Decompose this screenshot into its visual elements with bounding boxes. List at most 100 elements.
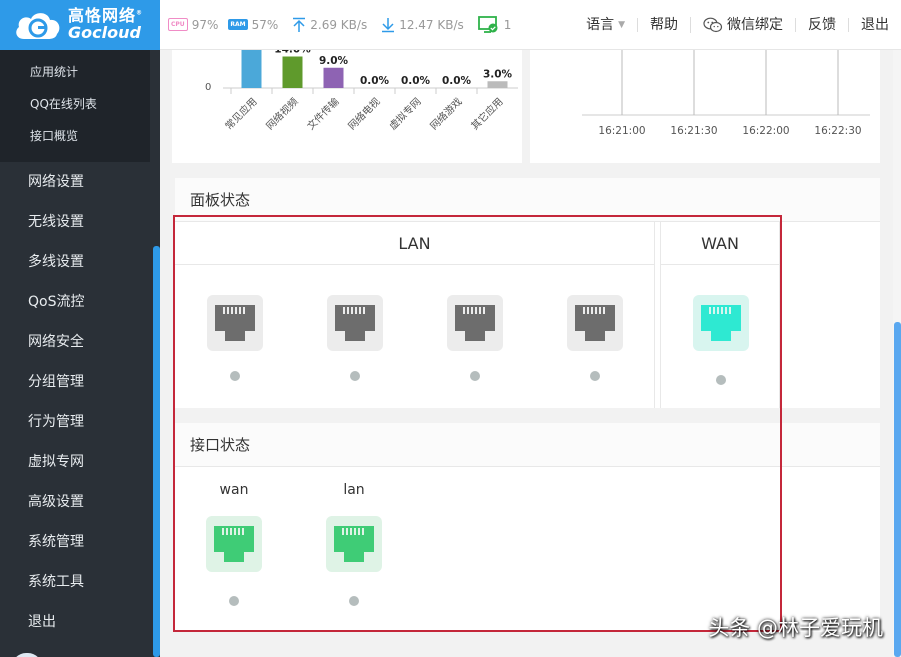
sidebar-item-qos[interactable]: QoS流控 (0, 282, 160, 322)
upload-arrow-icon (293, 17, 306, 32)
y-tick-label: 0 (205, 82, 211, 93)
x-tick-label: 虚拟专网 (386, 95, 423, 132)
panel-port-lan[interactable] (567, 295, 623, 381)
panel-port-lan[interactable] (207, 295, 263, 381)
wechat-icon (703, 17, 723, 33)
language-menu[interactable]: 语言 ▼ (574, 18, 637, 32)
port-status-dot (716, 375, 726, 385)
panel-port-lan[interactable] (327, 295, 383, 381)
x-tick-label: 网络游戏 (427, 95, 464, 132)
sidebar-item-tools[interactable]: 系统工具 (0, 562, 160, 602)
port-status-dot (470, 371, 480, 381)
ethernet-port-icon (567, 295, 623, 351)
wechat-bind-link[interactable]: 微信绑定 (690, 17, 795, 33)
help-link[interactable]: 帮助 (637, 18, 690, 32)
download-stat: 12.47 KB/s (381, 17, 464, 33)
sidebar-subitem-interface-overview[interactable]: 接口概览 (0, 126, 150, 158)
ram-value: 57% (251, 17, 279, 32)
sidebar-subitem-app-stats[interactable]: 应用统计 (0, 62, 150, 94)
sidebar: 应用统计 QQ在线列表 接口概览 网络设置 无线设置 多线设置 QoS流控 网络… (0, 50, 160, 657)
sidebar-scrollbar[interactable] (153, 246, 160, 657)
data-label: 0.0% (442, 75, 472, 87)
top-status-bar: CPU 97% RAM 57% 2.69 KB/s 12.47 KB/s 1 语… (160, 0, 901, 50)
x-tick-label: 16:22:00 (742, 125, 789, 137)
data-label: 0.0% (360, 75, 390, 87)
panel-status-card: 面板状态 LAN WAN (175, 178, 880, 408)
brand-name-en: Gocloud (68, 23, 141, 42)
interface-status-card: 接口状态 (175, 423, 880, 632)
x-tick-label: 网络视频 (263, 95, 300, 132)
devices-count: 1 (503, 17, 512, 32)
brand-logo[interactable]: 高恪网络® Gocloud (0, 0, 160, 50)
sidebar-item-vpn[interactable]: 虚拟专网 (0, 442, 160, 482)
x-tick-label: 其它应用 (468, 95, 505, 132)
x-tick-label: 文件传输 (304, 95, 341, 132)
ethernet-port-icon (327, 295, 383, 351)
sidebar-item-system[interactable]: 系统管理 (0, 522, 160, 562)
iface-port-label: wan (219, 482, 249, 498)
iface-port-wan[interactable]: wan (206, 482, 262, 606)
caret-down-icon: ▼ (618, 20, 625, 30)
monitor-check-icon (477, 15, 498, 33)
ethernet-port-icon (207, 295, 263, 351)
ethernet-port-icon (206, 516, 262, 572)
port-status-dot (590, 371, 600, 381)
sidebar-item-network[interactable]: 网络设置 (0, 162, 160, 202)
sidebar-item-multiline[interactable]: 多线设置 (0, 242, 160, 282)
sidebar-item-security[interactable]: 网络安全 (0, 322, 160, 362)
top-menu: 语言 ▼ 帮助 微信绑定 反馈 退出 (574, 0, 901, 50)
sidebar-item-advanced[interactable]: 高级设置 (0, 482, 160, 522)
iface-port-lan[interactable]: lan (326, 482, 382, 606)
download-arrow-icon (382, 17, 395, 32)
download-value: 12.47 KB/s (399, 17, 464, 32)
sidebar-item-groups[interactable]: 分组管理 (0, 362, 160, 402)
logout-link[interactable]: 退出 (848, 18, 901, 32)
ram-stat: RAM 57% (228, 18, 278, 32)
bar (241, 28, 262, 88)
feedback-link[interactable]: 反馈 (795, 18, 848, 32)
devices-stat[interactable]: 1 (477, 15, 512, 34)
ram-icon: RAM (228, 19, 248, 30)
watermark: 头条 @林子爱玩机 (708, 616, 883, 640)
iface-port-label: lan (343, 482, 365, 498)
bar (487, 85, 508, 88)
sidebar-item-exit[interactable]: 退出 (0, 602, 160, 642)
port-status-dot (229, 596, 239, 606)
sidebar-subitem-qq-online[interactable]: QQ在线列表 (0, 94, 150, 126)
panel-status-title: 面板状态 (175, 178, 880, 222)
bar (282, 56, 303, 88)
sidebar-item-wireless[interactable]: 无线设置 (0, 202, 160, 242)
traffic-chart-card: 16:21:00 16:21:30 16:22:00 16:22:30 (530, 50, 880, 163)
page-scrollbar-thumb[interactable] (894, 322, 901, 657)
upload-stat: 2.69 KB/s (292, 17, 367, 33)
cloud-logo-icon (16, 13, 60, 39)
upload-value: 2.69 KB/s (310, 17, 368, 32)
data-label: 0.0% (401, 75, 431, 87)
sidebar-submenu: 应用统计 QQ在线列表 接口概览 (0, 50, 150, 162)
port-status-dot (230, 371, 240, 381)
x-tick-label: 常见应用 (222, 95, 259, 132)
sidebar-avatar (12, 653, 42, 657)
lan-label: LAN (175, 222, 654, 265)
cpu-stat: CPU 97% (168, 18, 218, 32)
ethernet-port-icon (326, 516, 382, 572)
x-tick-label: 16:22:30 (814, 125, 861, 137)
x-tick-label: 网络电视 (345, 95, 382, 132)
bar (323, 67, 344, 88)
panel-port-wan[interactable] (693, 295, 749, 385)
data-label: 3.0% (483, 68, 513, 80)
wan-label: WAN (661, 222, 779, 265)
app-stats-chart-card: 0 常见应用 14.0% 网络视频 9.0% 文件传输 0.0% 网络电视 0.0% 虚拟专网 0.… (172, 28, 522, 163)
cpu-icon: CPU (168, 18, 188, 31)
port-status-dot (349, 596, 359, 606)
ethernet-port-icon (447, 295, 503, 351)
interface-status-title: 接口状态 (175, 423, 880, 467)
x-tick-label: 16:21:00 (598, 125, 645, 137)
port-status-dot (350, 371, 360, 381)
data-label: 14.0% (274, 50, 311, 56)
app-bar-chart: 0 常见应用 14.0% 网络视频 9.0% 文件传输 0.0% 网络电视 0.0% 虚拟专网 0.… (205, 28, 518, 132)
x-tick-label: 16:21:30 (670, 125, 717, 137)
ethernet-port-icon (693, 295, 749, 351)
sidebar-item-behavior[interactable]: 行为管理 (0, 402, 160, 442)
panel-port-lan[interactable] (447, 295, 503, 381)
